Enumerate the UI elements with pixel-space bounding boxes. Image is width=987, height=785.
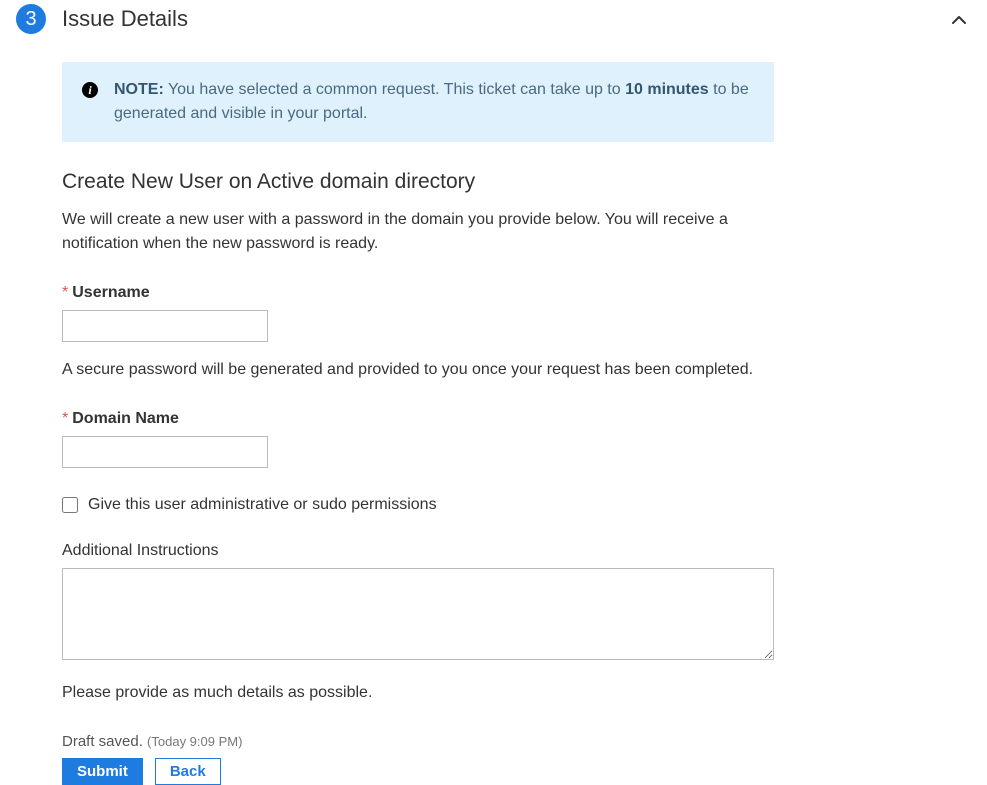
username-label: *Username (62, 284, 774, 302)
note-label: NOTE: (114, 81, 164, 98)
draft-status: Draft saved. (Today 9:09 PM) (62, 733, 774, 750)
domain-label: *Domain Name (62, 410, 774, 428)
draft-timestamp: (Today 9:09 PM) (147, 734, 242, 749)
form-description: We will create a new user with a passwor… (62, 208, 774, 256)
domain-input[interactable] (62, 436, 268, 468)
form-title: Create New User on Active domain directo… (62, 170, 774, 194)
draft-text: Draft saved. (62, 733, 143, 750)
additional-instructions-help: Please provide as much details as possib… (62, 681, 774, 705)
step-number-badge: 3 (16, 4, 46, 34)
submit-button[interactable]: Submit (62, 758, 143, 785)
additional-instructions-label: Additional Instructions (62, 542, 774, 560)
username-help: A secure password will be generated and … (62, 358, 774, 382)
info-note: i NOTE: You have selected a common reque… (62, 62, 774, 142)
admin-permissions-checkbox[interactable] (62, 497, 78, 513)
collapse-toggle[interactable] (951, 12, 967, 28)
back-button[interactable]: Back (155, 758, 221, 785)
note-text-before: You have selected a common request. This… (164, 81, 625, 98)
info-icon: i (82, 82, 98, 98)
note-duration: 10 minutes (625, 81, 709, 98)
admin-permissions-label[interactable]: Give this user administrative or sudo pe… (88, 496, 437, 514)
additional-instructions-textarea[interactable] (62, 568, 774, 660)
chevron-up-icon (951, 12, 967, 28)
username-input[interactable] (62, 310, 268, 342)
section-title: Issue Details (62, 6, 188, 32)
